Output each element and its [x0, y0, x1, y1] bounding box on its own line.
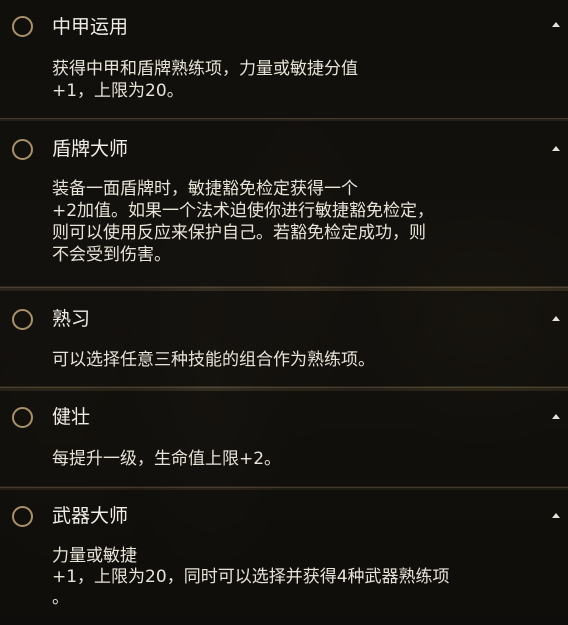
- feat-shield-master[interactable]: 盾牌大师 装备一面盾牌时，敏捷豁免检定获得一个 +2加值。如果一个法术迫使你进行…: [0, 121, 568, 286]
- feat-header[interactable]: 中甲运用: [0, 0, 568, 56]
- divider: [0, 487, 568, 488]
- feat-title: 熟习: [52, 308, 91, 330]
- caret-up-icon[interactable]: [552, 316, 560, 321]
- feat-header[interactable]: 健壮: [0, 391, 568, 447]
- divider: [0, 118, 568, 119]
- caret-up-icon[interactable]: [552, 22, 560, 27]
- feat-header[interactable]: 武器大师: [0, 490, 568, 546]
- caret-up-icon[interactable]: [552, 146, 560, 151]
- feat-skilled[interactable]: 熟习 可以选择任意三种技能的组合作为熟练项。: [0, 291, 568, 386]
- feat-title: 武器大师: [52, 505, 129, 527]
- feat-title: 中甲运用: [52, 16, 129, 38]
- feat-tough[interactable]: 健壮 每提升一级，生命值上限+2。: [0, 391, 568, 486]
- radio-circle-icon[interactable]: [12, 407, 33, 428]
- feat-header[interactable]: 熟习: [0, 291, 568, 347]
- feat-medium-armor[interactable]: 中甲运用 获得中甲和盾牌熟练项，力量或敏捷分值 +1，上限为20。: [0, 0, 568, 118]
- divider: [0, 387, 568, 388]
- feat-description: 力量或敏捷 +1，上限为20，同时可以选择并获得4种武器熟练项 。: [52, 546, 450, 608]
- feat-description: 装备一面盾牌时，敏捷豁免检定获得一个 +2加值。如果一个法术迫使你进行敏捷豁免检…: [52, 179, 435, 265]
- radio-circle-icon[interactable]: [12, 309, 33, 330]
- feat-description: 可以选择任意三种技能的组合作为熟练项。: [52, 350, 375, 370]
- feat-header[interactable]: 盾牌大师: [0, 121, 568, 177]
- caret-up-icon[interactable]: [552, 513, 560, 518]
- caret-up-icon[interactable]: [552, 414, 560, 419]
- divider: [0, 287, 568, 288]
- feat-title: 盾牌大师: [52, 138, 129, 160]
- radio-circle-icon[interactable]: [12, 16, 33, 37]
- radio-circle-icon[interactable]: [12, 506, 33, 527]
- feat-description: 每提升一级，生命值上限+2。: [52, 449, 282, 469]
- radio-circle-icon[interactable]: [12, 139, 33, 160]
- feat-weapon-master[interactable]: 武器大师 力量或敏捷 +1，上限为20，同时可以选择并获得4种武器熟练项 。: [0, 490, 568, 625]
- feat-title: 健壮: [52, 406, 91, 428]
- feat-description: 获得中甲和盾牌熟练项，力量或敏捷分值 +1，上限为20。: [52, 59, 358, 101]
